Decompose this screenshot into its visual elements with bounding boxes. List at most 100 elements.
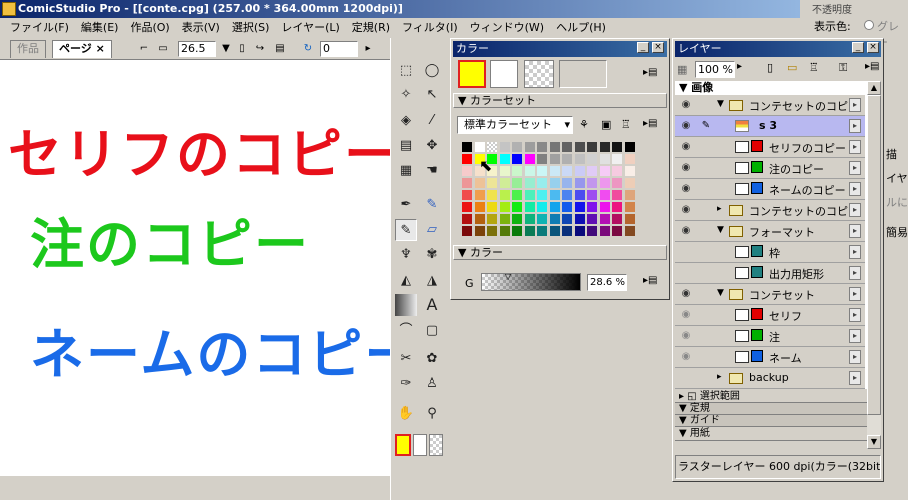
color-swatch[interactable] bbox=[624, 178, 635, 188]
zoom-out-icon[interactable]: ▭ bbox=[155, 41, 171, 57]
color-swatch[interactable] bbox=[562, 142, 572, 152]
color-swatch[interactable] bbox=[599, 178, 610, 188]
scroll-thumb[interactable] bbox=[867, 95, 881, 415]
color-swatch[interactable] bbox=[499, 166, 510, 176]
scroll-up-icon[interactable]: ▲ bbox=[867, 81, 881, 95]
color-swatch[interactable] bbox=[512, 166, 522, 176]
opacity-arrow-icon[interactable]: ▸ bbox=[737, 61, 742, 72]
color-swatch[interactable] bbox=[512, 214, 522, 224]
color-swatch[interactable] bbox=[599, 154, 610, 164]
color-swatch[interactable] bbox=[574, 226, 585, 236]
edit-target-icon[interactable] bbox=[697, 286, 715, 302]
drawing-canvas[interactable]: セリフのコピー 注のコピー ネームのコピー bbox=[0, 60, 390, 476]
layer-row[interactable]: ◉ ネーム ▸ bbox=[675, 347, 865, 368]
color-swatch[interactable] bbox=[612, 190, 622, 200]
colorset-add-icon[interactable]: ⚘ bbox=[579, 118, 589, 131]
menu-ruler[interactable]: 定規(R) bbox=[352, 19, 390, 35]
color-menu-icon[interactable]: ▸▤ bbox=[643, 275, 657, 286]
color-swatch[interactable] bbox=[474, 142, 485, 152]
edit-target-icon[interactable] bbox=[697, 328, 715, 344]
color-swatch[interactable] bbox=[487, 190, 497, 200]
color-swatch[interactable] bbox=[549, 190, 560, 200]
color-swatch[interactable] bbox=[587, 154, 597, 164]
color-swatch[interactable] bbox=[624, 154, 635, 164]
edit-target-icon[interactable] bbox=[697, 160, 715, 176]
transparent-color-swatch[interactable] bbox=[429, 434, 443, 456]
edit-target-icon[interactable] bbox=[697, 349, 715, 365]
panel-cut-icon[interactable]: ✂ bbox=[395, 348, 417, 370]
layer-row[interactable]: ◉ ▼ コンテセットのコピー ▸ bbox=[675, 95, 865, 116]
new-layer-icon[interactable]: ▯ bbox=[767, 61, 773, 74]
colorset-select[interactable]: 標準カラーセット ▾ bbox=[457, 116, 573, 134]
menu-view[interactable]: 表示(V) bbox=[182, 19, 220, 35]
color-swatch[interactable] bbox=[462, 226, 472, 236]
expand-toggle-icon[interactable]: ▼ bbox=[717, 288, 724, 298]
color-swatch[interactable] bbox=[599, 142, 610, 152]
color-swatch[interactable] bbox=[549, 202, 560, 212]
grid-icon[interactable]: ▦ bbox=[395, 160, 417, 182]
color-swatch[interactable] bbox=[587, 214, 597, 224]
rotate-icon[interactable]: ↪ bbox=[252, 41, 268, 57]
layer-row[interactable]: ◉ ▸ backup ▸ bbox=[675, 368, 865, 389]
color-swatch[interactable] bbox=[487, 214, 497, 224]
color-swatch[interactable] bbox=[512, 226, 522, 236]
color-swatch[interactable] bbox=[574, 142, 585, 152]
layer-row[interactable]: ◉ ネームのコピー ▸ bbox=[675, 179, 865, 200]
color-swatch[interactable] bbox=[624, 166, 635, 176]
special-layer-selection[interactable]: ▸ ◱ 選択範囲 bbox=[675, 391, 869, 403]
lock-icon[interactable]: ⚿ bbox=[839, 61, 847, 75]
special-layer-guide[interactable]: ▼ ガイド bbox=[675, 415, 869, 427]
stamp-icon[interactable]: ♙ bbox=[421, 373, 443, 395]
layer-row[interactable]: ◉ 注 ▸ bbox=[675, 326, 865, 347]
special-layer-paper[interactable]: ▼ 用紙 bbox=[675, 427, 869, 441]
magic-wand-icon[interactable]: ✧ bbox=[395, 84, 417, 106]
colorset-menu-icon[interactable]: ▸▤ bbox=[643, 118, 657, 129]
color-swatch[interactable] bbox=[462, 178, 472, 188]
layer-options-icon[interactable]: ▸ bbox=[849, 371, 861, 385]
fill-icon[interactable]: ◭ bbox=[395, 270, 417, 292]
display-color-radio[interactable] bbox=[864, 20, 874, 30]
layer-scrollbar[interactable]: ▲ ▼ bbox=[867, 81, 881, 449]
color-swatch[interactable] bbox=[524, 154, 535, 164]
color-swatch[interactable] bbox=[612, 202, 622, 212]
eye-icon[interactable]: ◉ bbox=[677, 265, 695, 281]
play-icon[interactable]: ▸ bbox=[360, 41, 376, 57]
color-swatch[interactable] bbox=[549, 154, 560, 164]
color-swatch[interactable] bbox=[462, 202, 472, 212]
layer-move-icon[interactable]: ◈ bbox=[395, 110, 417, 132]
color-swatch[interactable] bbox=[524, 166, 535, 176]
color-swatch[interactable] bbox=[487, 202, 497, 212]
fit-page-icon[interactable]: ▯ bbox=[234, 41, 250, 57]
color-swatch[interactable] bbox=[587, 190, 597, 200]
main-color-swatch[interactable] bbox=[395, 434, 411, 456]
color-swatch[interactable] bbox=[562, 226, 572, 236]
color-swatch[interactable] bbox=[499, 178, 510, 188]
eye-icon[interactable]: ◉ bbox=[677, 349, 695, 365]
layer-lock-toggle-icon[interactable]: ▦ bbox=[677, 63, 687, 76]
color-swatch[interactable] bbox=[562, 190, 572, 200]
menu-works[interactable]: 作品(O) bbox=[130, 19, 169, 35]
color-swatch[interactable] bbox=[462, 214, 472, 224]
edit-target-icon[interactable] bbox=[697, 202, 715, 218]
edit-target-icon[interactable] bbox=[697, 370, 715, 386]
minimize-icon[interactable]: _ bbox=[637, 42, 649, 53]
color-swatch[interactable] bbox=[599, 190, 610, 200]
angle-input[interactable]: 0 bbox=[320, 41, 358, 57]
layer-options-icon[interactable]: ▸ bbox=[849, 182, 861, 196]
color-swatch[interactable] bbox=[574, 166, 585, 176]
color-swatch[interactable] bbox=[562, 178, 572, 188]
color-swatch[interactable] bbox=[624, 190, 635, 200]
shape-icon[interactable]: ▢ bbox=[421, 320, 443, 342]
eyedropper-icon[interactable]: ⁄ bbox=[421, 110, 443, 132]
color-swatch[interactable] bbox=[487, 226, 497, 236]
layer-row[interactable]: ◉ 注のコピー ▸ bbox=[675, 158, 865, 179]
gray-slider[interactable] bbox=[481, 273, 581, 291]
color-swatch[interactable] bbox=[562, 154, 572, 164]
color-swatch[interactable] bbox=[474, 202, 485, 212]
color-swatch[interactable] bbox=[512, 190, 522, 200]
color-swatch[interactable] bbox=[587, 226, 597, 236]
eye-icon[interactable]: ◉ bbox=[677, 139, 695, 155]
move-icon[interactable]: ✥ bbox=[421, 135, 443, 157]
menu-select[interactable]: 選択(S) bbox=[232, 19, 270, 35]
color-swatch[interactable] bbox=[474, 178, 485, 188]
